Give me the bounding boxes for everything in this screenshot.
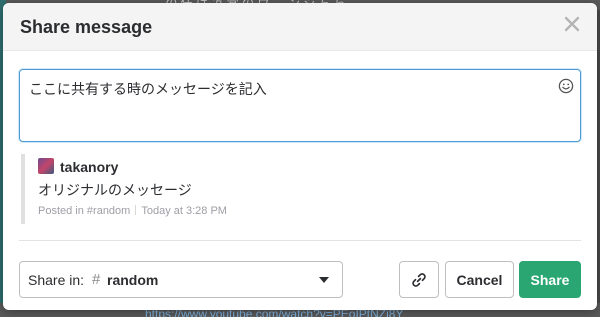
copy-link-button[interactable] (399, 261, 439, 298)
quoted-author: takanory (60, 159, 119, 175)
footer-divider (19, 240, 581, 241)
share-in-label: Share in: (28, 272, 85, 288)
message-input[interactable]: ここに共有する時のメッセージを記入 (19, 69, 581, 142)
chevron-down-icon (319, 277, 329, 283)
share-message-dialog: Share message ここに共有する時のメッセージを記入 takanory… (3, 3, 597, 310)
dialog-header: Share message (3, 3, 597, 51)
smiley-icon (558, 78, 574, 94)
close-icon (564, 16, 580, 32)
cancel-button[interactable]: Cancel (445, 261, 514, 298)
message-input-text[interactable]: ここに共有する時のメッセージを記入 (29, 79, 267, 99)
close-button[interactable] (561, 13, 583, 35)
quoted-message: takanory オリジナルのメッセージ Posted in #random To… (21, 154, 421, 224)
share-button[interactable]: Share (519, 261, 581, 298)
channel-hash-icon: # (92, 271, 101, 288)
share-in-select[interactable]: Share in: # random (19, 261, 343, 298)
posted-in-channel[interactable]: Posted in #random (38, 205, 130, 217)
quoted-timestamp[interactable]: Today at 3:28 PM (141, 205, 227, 217)
dialog-title: Share message (20, 17, 153, 37)
emoji-button[interactable] (558, 78, 574, 94)
avatar (38, 158, 54, 174)
meta-separator (135, 205, 137, 215)
quoted-text: オリジナルのメッセージ (38, 182, 192, 198)
link-icon (412, 272, 426, 287)
selected-channel: random (107, 272, 159, 288)
quoted-meta: Posted in #random Today at 3:28 PM (38, 205, 227, 217)
